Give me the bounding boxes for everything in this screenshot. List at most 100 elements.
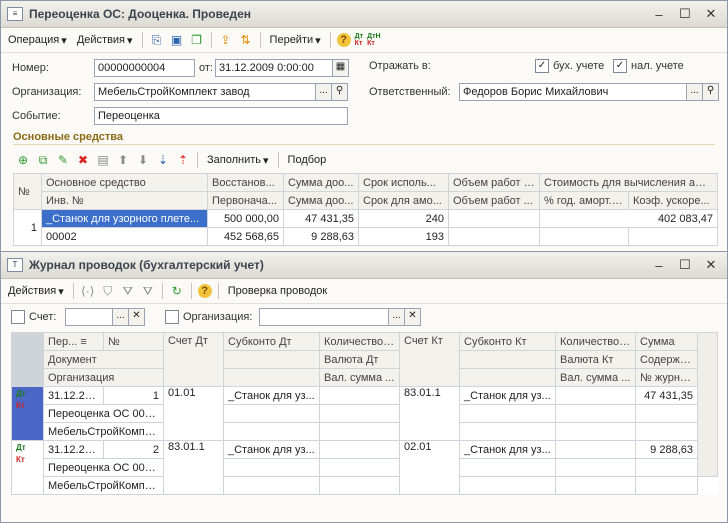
entry-cur-dt[interactable] (319, 458, 400, 477)
entry-sub-kt-2[interactable] (459, 404, 556, 423)
col-restore-header[interactable]: Восстанов... (207, 173, 284, 192)
entry-sub-dt[interactable]: _Станок для уз... (223, 386, 320, 405)
col-sub-dt-header[interactable]: Субконто Дт (223, 332, 320, 351)
refresh-icon[interactable]: ↻ (169, 283, 185, 299)
col-qty-dt-header[interactable]: Количество ... (319, 332, 400, 351)
restore-cell[interactable]: 500 000,00 (207, 209, 284, 228)
minimize-button[interactable]: – (649, 7, 669, 22)
link-icon[interactable]: ⟨·⟩ (80, 283, 96, 299)
org-filter-clear-icon[interactable]: ✕ (405, 308, 421, 326)
entry-valsum-kt[interactable] (555, 476, 636, 495)
entry-cur-kt[interactable] (555, 404, 636, 423)
delete-icon[interactable]: ✖ (75, 152, 91, 168)
entry-valsum-dt[interactable] (319, 422, 400, 441)
entry-sub-kt[interactable]: _Станок для уз... (459, 386, 556, 405)
vertical-scrollbar[interactable] (697, 332, 718, 477)
table-row[interactable]: 1 _Станок для узорного плете... 500 000,… (13, 209, 718, 246)
close-button[interactable]: ✕ (701, 257, 721, 273)
entry-document[interactable]: Переоценка ОС 000... (43, 404, 164, 423)
entry-content[interactable] (635, 458, 698, 477)
col-sum-header[interactable]: Сумма (635, 332, 698, 351)
col-term2-header[interactable]: Срок для амо... (358, 191, 449, 210)
col-inv-header[interactable]: Инв. № (41, 191, 208, 210)
entry-acc-dt[interactable]: 01.01 (163, 386, 224, 441)
structure-icon[interactable]: ⇪ (218, 32, 234, 48)
event-field[interactable]: Переоценка (94, 107, 348, 125)
goto-menu[interactable]: Перейти ▾ (267, 33, 324, 48)
org-filter-field[interactable] (259, 308, 389, 326)
minimize-button[interactable]: – (649, 258, 669, 273)
maximize-button[interactable]: ☐ (675, 6, 695, 22)
col-qty-kt-header[interactable]: Количество ... (555, 332, 636, 351)
col-term-header[interactable]: Срок исполь... (358, 173, 449, 192)
col-cur-kt-header[interactable]: Валюта Кт (555, 350, 636, 369)
col-os-header[interactable]: Основное средство (41, 173, 208, 192)
col-valsum-dt-header[interactable]: Вал. сумма ... (319, 368, 400, 387)
table-row-sub[interactable]: МебельСтройКомпл... (12, 476, 718, 495)
actions-menu[interactable]: Действия ▾ (74, 33, 136, 48)
entry-content[interactable] (635, 404, 698, 423)
sum2-cell[interactable]: 9 288,63 (283, 227, 359, 246)
table-row-sub[interactable]: МебельСтройКомпл... (12, 422, 718, 441)
rate-cell[interactable] (539, 227, 629, 246)
entry-acc-dt[interactable]: 83.01.1 (163, 440, 224, 495)
col-num-header[interactable]: № (103, 332, 164, 351)
entry-qty-kt[interactable] (555, 440, 636, 459)
dt-kt-n-icon[interactable]: ДтН Кт (367, 33, 380, 47)
col-journal-no-header[interactable]: № журнала (635, 368, 698, 387)
term2-cell[interactable]: 193 (358, 227, 449, 246)
add-copy-icon[interactable]: ⧉ (35, 152, 51, 168)
col-rate-header[interactable]: % год. аморт. (... (539, 191, 629, 210)
col-content-header[interactable]: Содержа... (635, 350, 698, 369)
col-document-header[interactable]: Документ (43, 350, 164, 369)
buh-checkbox[interactable]: ✓ (535, 59, 549, 73)
entry-journal-no[interactable] (635, 476, 698, 495)
entry-acc-kt[interactable]: 02.01 (399, 440, 460, 495)
entry-sub-dt-2[interactable] (223, 458, 320, 477)
org-field[interactable]: МебельСтройКомплект завод (94, 83, 316, 101)
number-field[interactable]: 00000000004 (94, 59, 195, 77)
org-filter-select-button[interactable]: ... (389, 308, 405, 326)
entry-valsum-dt[interactable] (319, 476, 400, 495)
org-select-button[interactable]: ... (316, 83, 332, 101)
add-icon[interactable]: ⊕ (15, 152, 31, 168)
col-acc-kt-header[interactable]: Счет Кт (399, 332, 460, 387)
resp-field[interactable]: Федоров Борис Михайлович (459, 83, 687, 101)
col-sub-kt-header[interactable]: Субконто Кт (459, 332, 556, 351)
inv-cell[interactable]: 00002 (41, 227, 208, 246)
entry-journal-no[interactable] (635, 422, 698, 441)
entry-sub-kt-3[interactable] (459, 422, 556, 441)
check-entries-button[interactable]: Проверка проводок (225, 284, 330, 298)
filter-icon[interactable]: ⛛ (120, 283, 136, 299)
end-edit-icon[interactable]: ▤ (95, 152, 111, 168)
coef-cell[interactable] (628, 227, 718, 246)
table-row[interactable]: Дт Кт 31.12.20... 2 83.01.1 _Станок для у… (11, 440, 718, 495)
edit-icon[interactable]: ✎ (55, 152, 71, 168)
entry-number[interactable]: 1 (103, 386, 164, 405)
date-field[interactable]: 31.12.2009 0:00:00 (215, 59, 333, 77)
entry-sub-dt-3[interactable] (223, 476, 320, 495)
filter-settings-icon[interactable]: ⛉ (100, 283, 116, 299)
initial-cell[interactable]: 452 568,65 (207, 227, 284, 246)
col-volume-header[interactable]: Объем работ (... (448, 173, 540, 192)
save-icon[interactable]: ▣ (169, 32, 185, 48)
entry-valsum-kt[interactable] (555, 422, 636, 441)
col-sum-header[interactable]: Сумма доо... (283, 173, 359, 192)
col-acc-dt-header[interactable]: Счет Дт (163, 332, 224, 387)
entry-acc-kt[interactable]: 83.01.1 (399, 386, 460, 441)
volume-cell[interactable] (448, 209, 540, 228)
table-row-sub[interactable]: 00002 452 568,65 9 288,63 193 (14, 227, 718, 246)
entry-date[interactable]: 31.12.20... (43, 386, 104, 405)
help-icon[interactable]: ? (197, 284, 212, 298)
journal-actions-menu[interactable]: Действия ▾ (5, 284, 67, 299)
entry-organization[interactable]: МебельСтройКомпл... (43, 476, 164, 495)
col-period-header[interactable]: Пер... ≡ (43, 332, 104, 351)
help-icon[interactable]: ? (336, 33, 351, 47)
col-valsum-kt-header[interactable]: Вал. сумма ... (555, 368, 636, 387)
entry-document[interactable]: Переоценка ОС 000... (43, 458, 164, 477)
entry-date[interactable]: 31.12.20... (43, 440, 104, 459)
cost-cell[interactable]: 402 083,47 (539, 209, 718, 228)
col-cost-header[interactable]: Стоимость для вычисления амо... (539, 173, 718, 192)
entry-sum[interactable]: 47 431,35 (635, 386, 698, 405)
entry-cur-dt[interactable] (319, 404, 400, 423)
